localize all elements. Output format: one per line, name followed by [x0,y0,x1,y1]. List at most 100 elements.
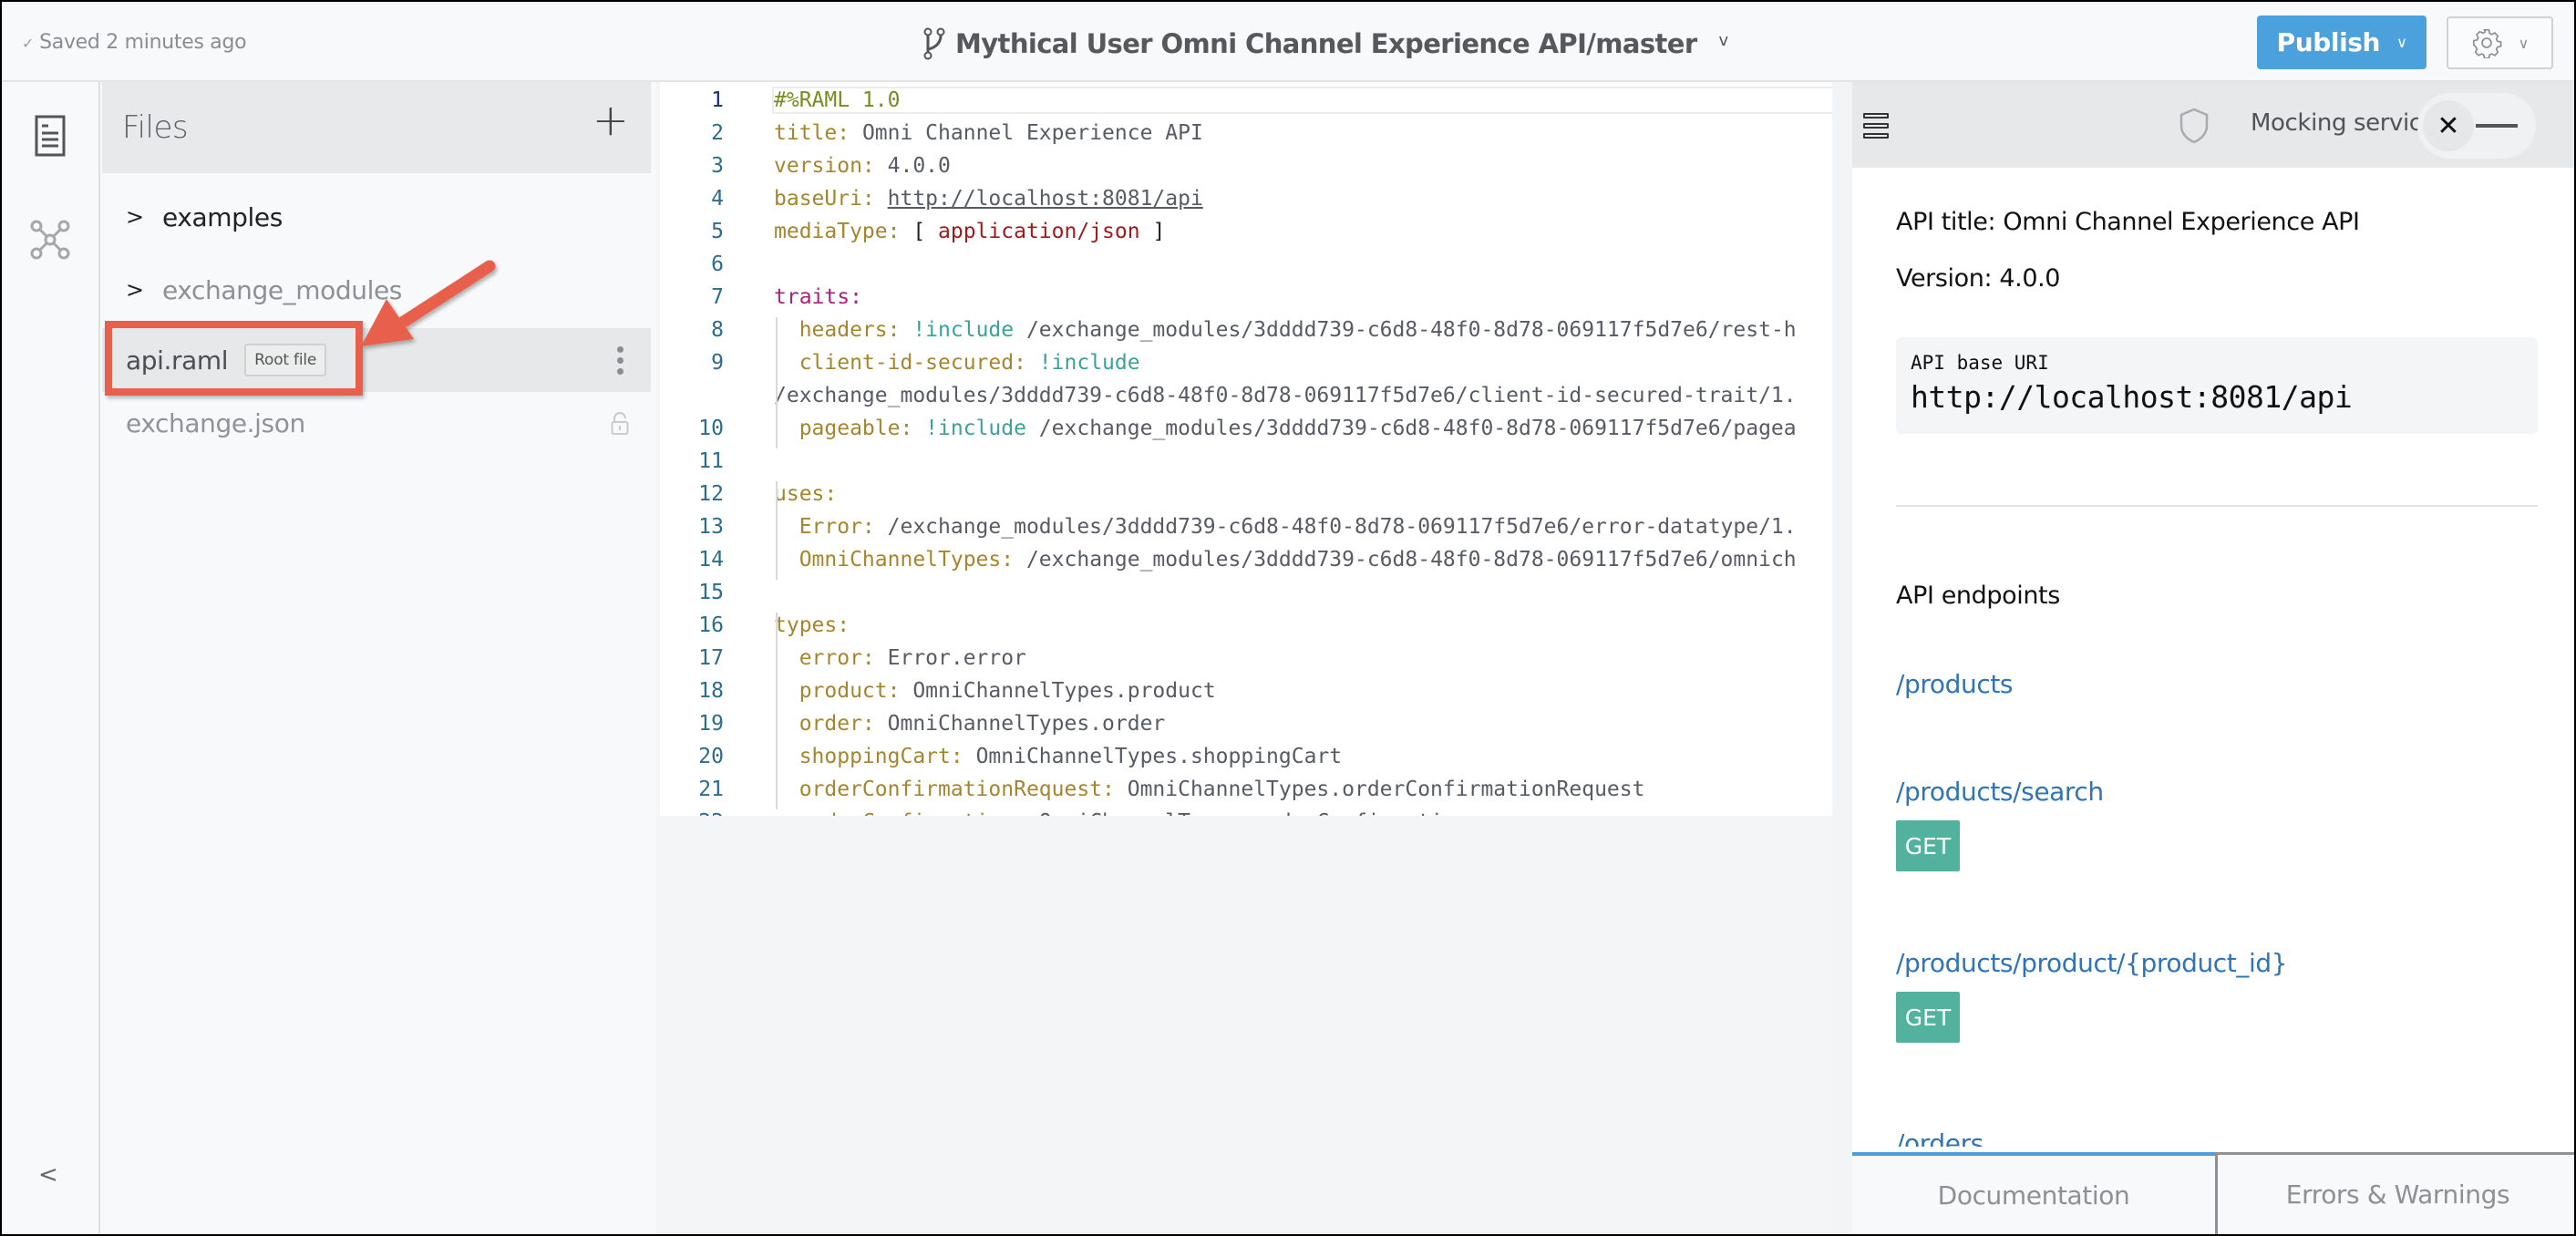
code-token: orderConfirmationRequest: [774,778,1115,801]
code-token: version: [774,154,875,178]
line-number: 11 [698,449,724,473]
code-line[interactable]: 11 [660,445,1832,478]
code-text: traits: [774,281,862,314]
method-badge-get[interactable]: GET [1896,992,1960,1043]
rail-item-dependencies[interactable] [2,219,98,261]
code-text: title: Omni Channel Experience API [774,117,1203,149]
tree-folder-examples[interactable]: > examples [102,186,651,248]
code-text: baseUri: http://localhost:8081/api [774,182,1203,215]
settings-button[interactable]: ∨ [2447,16,2553,69]
toggle-knob: ✕ [2423,100,2474,151]
code-text: pageable: !include /exchange_modules/3dd… [774,412,1797,445]
chevron-down-icon: ∨ [2396,34,2407,51]
code-token: OmniChannelTypes.shoppingCart [963,745,1343,768]
top-bar: ✓ Saved 2 minutes ago Mythical User Omni … [2,2,2574,82]
mocking-service-toggle[interactable]: ✕ [2417,93,2536,159]
code-text: error: Error.error [774,642,1026,675]
code-line[interactable]: 6 [660,248,1832,281]
code-line[interactable]: 20 shoppingCart: OmniChannelTypes.shoppi… [660,740,1832,773]
doc-panel-tabs: Documentation Errors & Warnings [1852,1152,2574,1234]
code-line[interactable]: 22 orderConfirmation: OmniChannelTypes.o… [660,806,1832,816]
code-line[interactable]: /exchange_modules/3dddd739-c6d8-48f0-8d7… [660,379,1832,412]
indent-guide [776,481,778,580]
file-options-button[interactable] [617,346,623,375]
code-token: OmniChannelTypes.orderConfirmationReques… [1114,778,1645,801]
code-line[interactable]: 14 OmniChannelTypes: /exchange_modules/3… [660,543,1832,576]
code-line[interactable]: 18 product: OmniChannelTypes.product [660,675,1832,707]
publish-button[interactable]: Publish ∨ [2257,15,2427,69]
toggle-track-line [2476,124,2518,128]
code-token: OmniChannelTypes: [774,548,1015,572]
code-text: types: [774,609,850,642]
tab-documentation[interactable]: Documentation [1852,1152,2215,1234]
collapse-sidebar-button[interactable]: < [38,1161,58,1189]
line-number: 22 [660,806,724,816]
code-line[interactable]: 17 error: Error.error [660,642,1832,675]
code-line[interactable]: 16 types: [660,609,1832,642]
documentation-panel: Mocking service ✕ API title: Omni Channe… [1852,82,2574,1234]
line-number: 7 [711,285,724,309]
line-number: 2 [711,121,724,145]
kebab-dot [617,368,623,375]
rail-item-files[interactable] [2,115,98,157]
code-token: Error.error [874,646,1026,670]
doc-panel-header: Mocking service ✕ [1852,82,2574,168]
api-version: Version: 4.0.0 [1896,264,2061,293]
code-line[interactable]: 13 Error: /exchange_modules/3dddd739-c6d… [660,510,1832,543]
code-line[interactable]: 7 traits: [660,281,1832,314]
code-line[interactable]: 2 title: Omni Channel Experience API [660,117,1832,149]
tree-file-api-raml[interactable]: api.raml Root file [102,328,651,392]
line-number: 19 [698,712,724,736]
code-line[interactable]: 9 client-id-secured: !include [660,346,1832,379]
code-line[interactable]: 15 [660,576,1832,609]
endpoint-link[interactable]: /orders [1896,1128,1984,1147]
code-line[interactable]: 19 order: OmniChannelTypes.order [660,707,1832,740]
code-token: OmniChannelTypes.product [900,679,1216,703]
endpoint-link[interactable]: /products/search [1896,777,2104,807]
code-line[interactable]: 4 baseUri: http://localhost:8081/api [660,182,1832,215]
tab-label: Errors & Warnings [2285,1179,2510,1210]
tree-file-exchange-json[interactable]: exchange.json [102,392,651,454]
code-token: product: [774,679,901,703]
code-text: client-id-secured: !include [774,346,1140,379]
code-token: mediaType: [774,220,901,243]
method-badge-get[interactable]: GET [1896,820,1960,871]
line-number: 21 [698,778,724,801]
network-icon [30,220,70,260]
code-token: pageable: [774,417,913,440]
base-uri-value: http://localhost:8081/api [1911,379,2353,415]
project-selector[interactable]: Mythical User Omni Channel Experience AP… [922,26,1728,62]
endpoint-link[interactable]: /products/product/{product_id} [1896,948,2288,978]
tab-errors-warnings[interactable]: Errors & Warnings [2215,1152,2574,1234]
code-line[interactable]: 5 mediaType: [ application/json ] [660,215,1832,248]
chevron-right-icon: > [126,204,144,230]
tree-folder-exchange-modules[interactable]: > exchange_modules [102,259,651,321]
code-line[interactable]: 3 version: 4.0.0 [660,149,1832,182]
code-token: [ [900,220,939,243]
code-line[interactable]: 1 #%RAML 1.0 [660,84,1832,117]
code-line[interactable]: 8 headers: !include /exchange_modules/3d… [660,314,1832,346]
add-file-button[interactable]: + [592,98,629,142]
hamburger-bar [1863,113,1889,118]
code-text: product: OmniChannelTypes.product [774,675,1216,707]
panel-resize-handle[interactable] [1832,82,1852,1234]
code-editor[interactable]: 1 #%RAML 1.0 2 title: Omni Channel Experien… [656,82,1832,1234]
code-text: headers: !include /exchange_modules/3ddd… [774,314,1797,346]
indent-guide [776,317,778,448]
code-line[interactable]: 10 pageable: !include /exchange_modules/… [660,412,1832,445]
code-line[interactable]: 12 uses: [660,478,1832,510]
shield-icon[interactable] [2179,108,2210,144]
tab-label: Documentation [1937,1179,2130,1210]
hamburger-icon[interactable] [1863,113,1889,139]
code-token: Omni Channel Experience API [850,121,1203,145]
code-text: version: 4.0.0 [774,149,951,182]
code-area[interactable]: 1 #%RAML 1.0 2 title: Omni Channel Experien… [660,82,1832,816]
document-icon [35,115,66,157]
line-number: 12 [698,482,724,506]
line-number: 6 [711,252,724,276]
code-line[interactable]: 21 orderConfirmationRequest: OmniChannel… [660,773,1832,806]
endpoint-link[interactable]: /products [1896,669,2014,699]
line-number: 9 [711,351,724,375]
view-rail: < [2,82,100,1234]
